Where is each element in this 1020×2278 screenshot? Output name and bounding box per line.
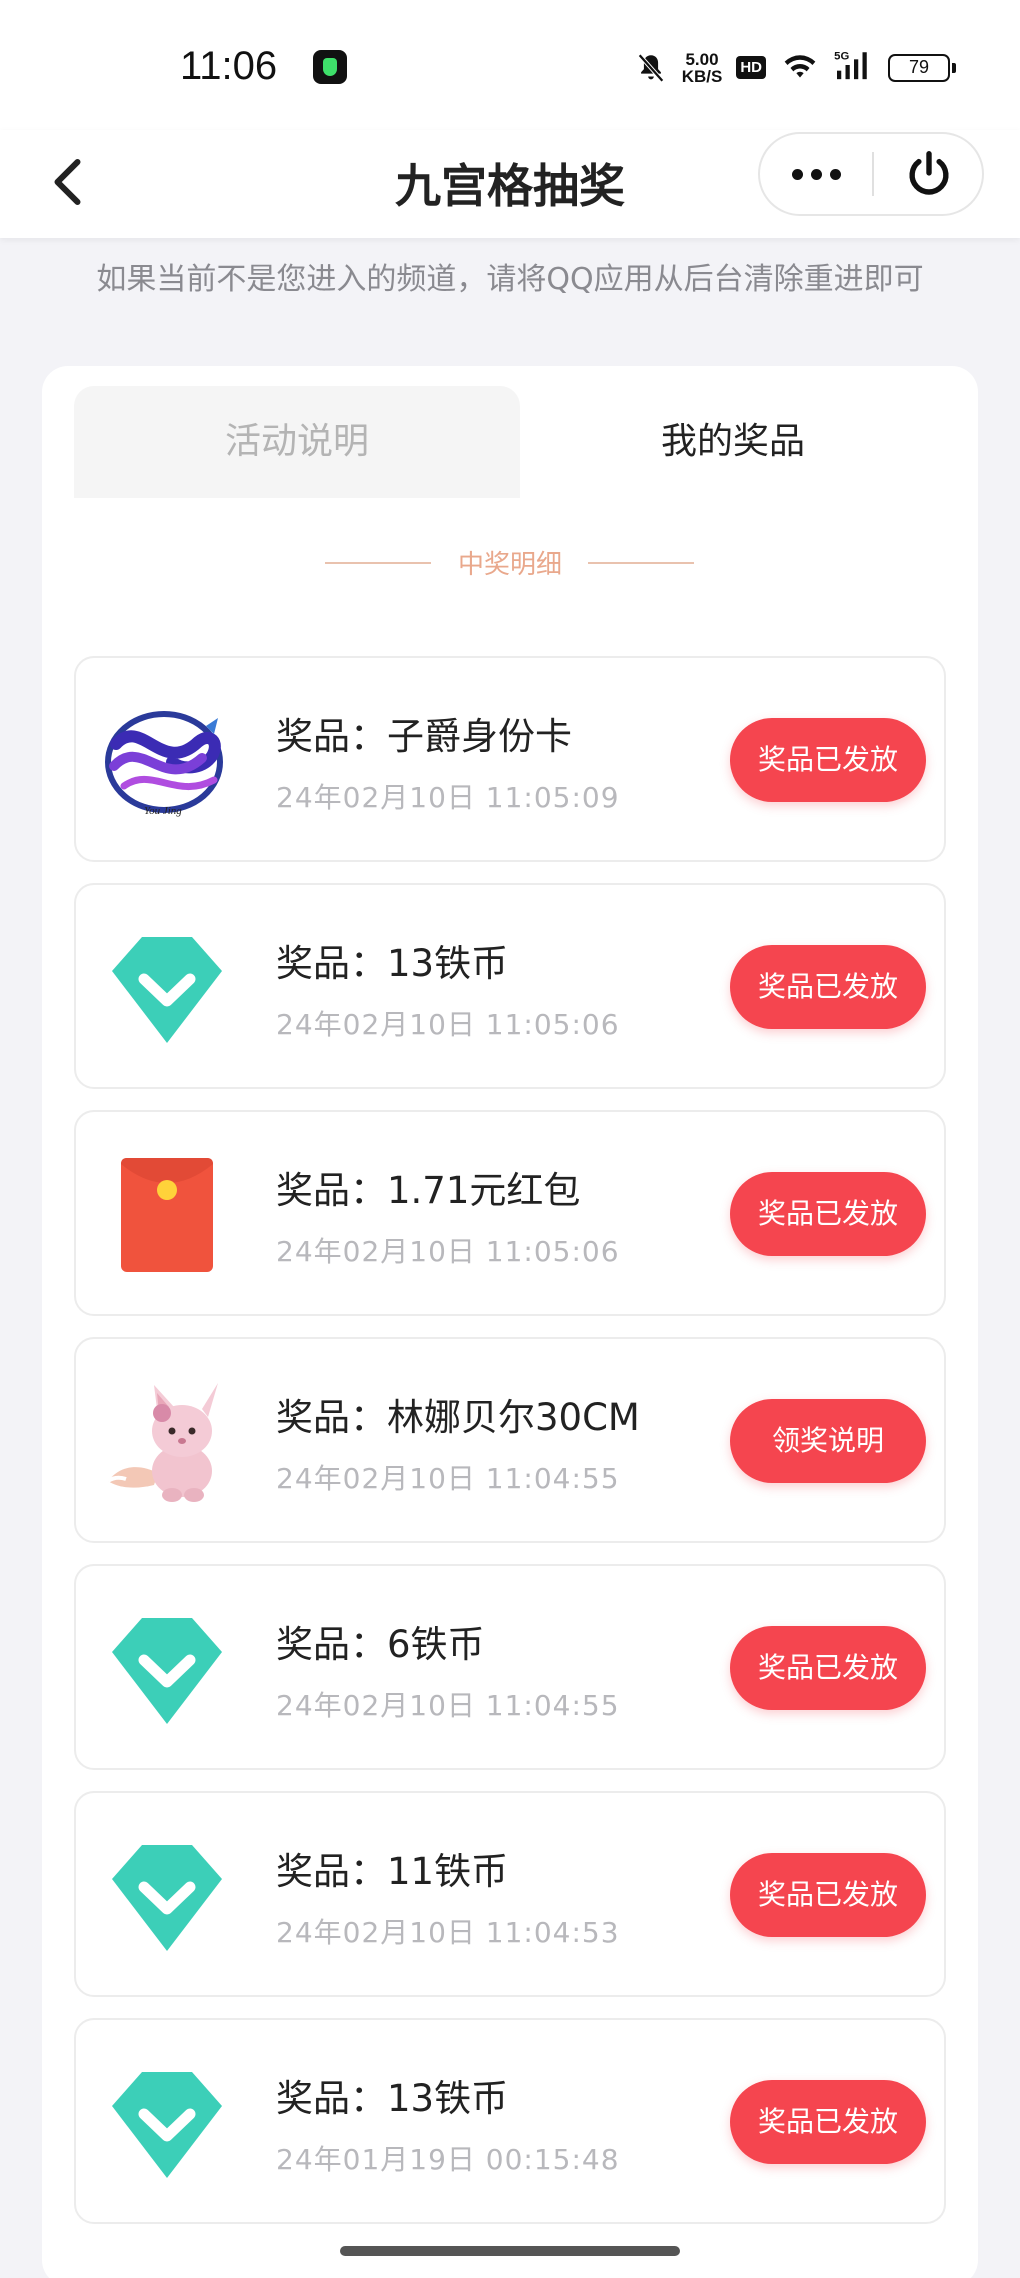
section-title: 中奖明细 xyxy=(457,550,562,580)
home-indicator[interactable] xyxy=(340,2246,680,2256)
hd-badge: HD xyxy=(736,56,766,79)
network-speed: 5.00 KB/S xyxy=(682,51,723,85)
network-speed-value: 5.00 xyxy=(685,49,719,69)
diamond-coin-icon xyxy=(102,1831,232,1961)
prize-time: 24年02月10日 11:04:53 xyxy=(276,1916,620,1949)
diamond-coin-icon xyxy=(102,1604,232,1734)
mute-bell-icon xyxy=(634,51,668,85)
battery-indicator: 79 xyxy=(888,53,956,82)
prize-status-button[interactable]: 奖品已发放 xyxy=(730,1853,926,1937)
network-type-label: 5G xyxy=(834,50,849,62)
prize-item: 奖品：11铁币 24年02月10日 11:04:53 奖品已发放 xyxy=(74,1791,946,1997)
svg-text:You Jing: You Jing xyxy=(144,805,182,817)
prize-time: 24年02月10日 11:04:55 xyxy=(276,1462,620,1495)
prize-status-button[interactable]: 奖品已发放 xyxy=(730,945,926,1029)
prize-item: 奖品：1.71元红包 24年02月10日 11:05:06 奖品已发放 xyxy=(74,1110,946,1316)
channel-hint-text: 如果当前不是您进入的频道，请将QQ应用从后台清除重进即可 xyxy=(96,262,924,297)
prize-item: You Jing 奖品：子爵身份卡 24年02月10日 11:05:09 奖品已… xyxy=(74,656,946,862)
prize-name: 奖品：1.71元红包 xyxy=(276,1169,581,1212)
prize-time: 24年02月10日 11:05:06 xyxy=(276,1235,620,1268)
nav-bar: 九宫格抽奖 xyxy=(0,130,1020,238)
prize-item: 奖品：13铁币 24年01月19日 00:15:48 奖品已发放 xyxy=(74,2018,946,2224)
tab-activity-rules[interactable]: 活动说明 xyxy=(74,386,520,498)
diamond-coin-icon xyxy=(102,2058,232,2188)
prize-item: 奖品：林娜贝尔30CM 24年02月10日 11:04:55 领奖说明 xyxy=(74,1337,946,1543)
prize-item: 奖品：6铁币 24年02月10日 11:04:55 奖品已发放 xyxy=(74,1564,946,1770)
status-bar: 11:06 5.00 KB/S HD 5G 79 xyxy=(0,0,1020,130)
red-envelope-icon xyxy=(102,1150,232,1280)
prize-name: 奖品：子爵身份卡 xyxy=(276,715,572,758)
diamond-coin-icon xyxy=(102,923,232,1053)
youjing-logo-icon: You Jing xyxy=(102,696,232,826)
status-icons: 5.00 KB/S HD 5G 79 xyxy=(634,48,956,87)
prize-name: 奖品：林娜贝尔30CM xyxy=(276,1396,640,1439)
plush-fox-icon xyxy=(102,1377,232,1507)
app-notification-icon xyxy=(313,50,347,84)
more-dots-icon xyxy=(791,168,803,180)
capsule-divider xyxy=(872,152,874,196)
power-icon xyxy=(909,151,949,195)
more-dots-icon xyxy=(829,168,841,180)
claim-instructions-button[interactable]: 领奖说明 xyxy=(730,1399,926,1483)
prize-time: 24年02月10日 11:05:06 xyxy=(276,1008,620,1041)
prize-name: 奖品：13铁币 xyxy=(276,942,509,985)
network-speed-unit: KB/S xyxy=(681,66,723,86)
prize-list: You Jing 奖品：子爵身份卡 24年02月10日 11:05:09 奖品已… xyxy=(74,656,946,2245)
prize-item: 奖品：13铁币 24年02月10日 11:05:06 奖品已发放 xyxy=(74,883,946,1089)
prize-status-button[interactable]: 奖品已发放 xyxy=(730,1626,926,1710)
tab-my-prizes[interactable]: 我的奖品 xyxy=(520,386,946,498)
cellular-signal-icon: 5G xyxy=(834,48,874,87)
prize-name: 奖品：6铁币 xyxy=(276,1623,485,1666)
prize-name: 奖品：13铁币 xyxy=(276,2077,509,2120)
close-miniapp-button[interactable] xyxy=(876,134,982,214)
section-divider-right xyxy=(588,562,694,564)
more-button[interactable] xyxy=(760,134,872,214)
wifi-icon xyxy=(780,48,820,87)
prize-card: 活动说明 我的奖品 中奖明细 You Jing 奖品：子爵身份卡 24年02月1… xyxy=(42,366,978,2278)
prize-time: 24年02月10日 11:05:09 xyxy=(276,781,620,814)
prize-name: 奖品：11铁币 xyxy=(276,1850,509,1893)
status-time: 11:06 xyxy=(180,44,278,88)
prize-time: 24年01月19日 00:15:48 xyxy=(276,2143,620,2176)
prize-time: 24年02月10日 11:04:55 xyxy=(276,1689,620,1722)
miniapp-capsule xyxy=(758,132,984,216)
prize-status-button[interactable]: 奖品已发放 xyxy=(730,2080,926,2164)
more-dots-icon xyxy=(810,168,822,180)
tab-bar: 活动说明 我的奖品 xyxy=(74,386,946,498)
prize-status-button[interactable]: 奖品已发放 xyxy=(730,1172,926,1256)
prize-status-button[interactable]: 奖品已发放 xyxy=(730,718,926,802)
